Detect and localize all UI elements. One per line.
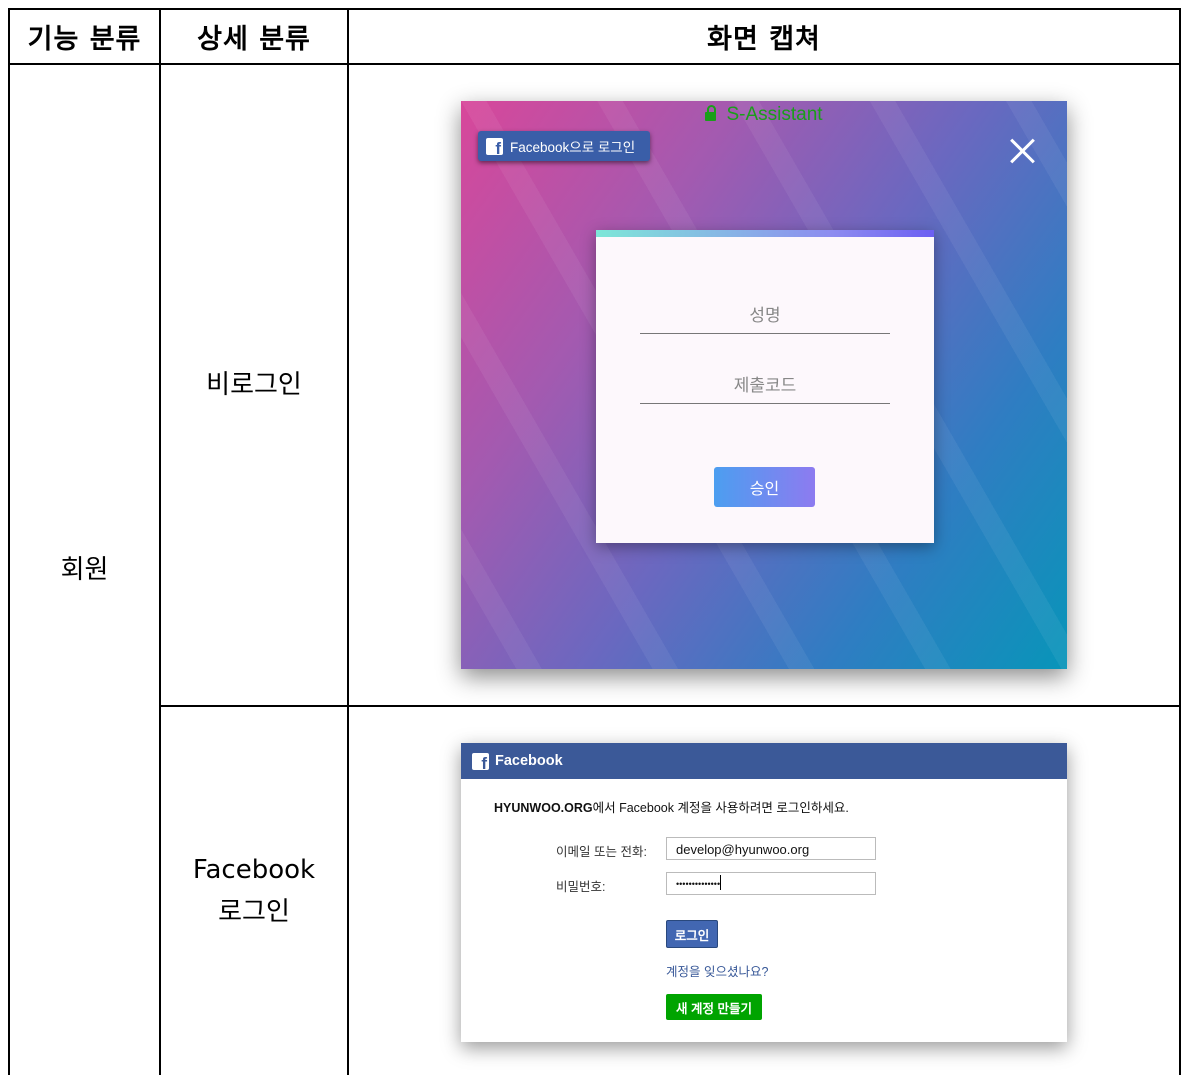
header-subcategory: 상세 분류: [197, 23, 311, 55]
facebook-header-title: Facebook: [495, 753, 563, 769]
header-screen-capture: 화면 캡쳐: [707, 23, 821, 55]
table-border-right: [1179, 8, 1181, 1075]
email-field[interactable]: develop@hyunwoo.org: [666, 837, 876, 860]
close-icon[interactable]: [1009, 137, 1037, 165]
facebook-icon: [472, 752, 489, 770]
login-card: 성명 제출코드 승인: [596, 230, 934, 543]
facebook-login-message: HYUNWOO.ORG에서 Facebook 계정을 사용하려면 로그인하세요.: [494, 797, 849, 816]
card-accent-bar: [596, 230, 934, 237]
approve-button[interactable]: 승인: [714, 467, 815, 507]
email-label: 이메일 또는 전화:: [556, 845, 647, 859]
password-value: ••••••••••••••: [676, 879, 721, 889]
subcategory-cell-guest: 비로그인: [161, 65, 347, 705]
create-account-button[interactable]: 새 계정 만들기: [666, 994, 762, 1020]
password-field[interactable]: ••••••••••••••: [666, 872, 876, 895]
password-label: 비밀번호:: [556, 880, 606, 894]
facebook-header: Facebook: [461, 743, 1067, 779]
message-text: 에서 Facebook 계정을 사용하려면 로그인하세요.: [592, 801, 849, 815]
site-name: HYUNWOO.ORG: [494, 801, 593, 815]
subcategory-label-line1: Facebook: [192, 855, 316, 885]
screenshot-facebook-login: Facebook HYUNWOO.ORG에서 Facebook 계정을 사용하려…: [461, 743, 1067, 1042]
facebook-icon: [486, 137, 503, 155]
facebook-submit-button[interactable]: 로그인: [666, 920, 718, 948]
brand-text: S-Assistant: [726, 104, 823, 125]
facebook-login-button[interactable]: Facebook으로 로그인: [478, 131, 650, 161]
subcategory-cell-facebook: Facebook 로그인: [161, 707, 347, 1075]
code-input[interactable]: 제출코드: [640, 371, 890, 404]
subcategory-label: 비로그인: [206, 370, 302, 400]
screenshot-guest-login: S-Assistant Facebook으로 로그인 성명 제출코드 승인: [461, 101, 1067, 669]
feature-category-cell: 회원: [60, 555, 109, 585]
lock-icon: [705, 105, 717, 121]
header-feature-category: 기능 분류: [27, 23, 142, 55]
text-caret: [720, 875, 722, 890]
brand-title: S-Assistant: [461, 104, 1067, 126]
forgot-account-link[interactable]: 계정을 잊으셨나요?: [666, 961, 768, 980]
name-input[interactable]: 성명: [640, 301, 890, 334]
subcategory-label-line2: 로그인: [218, 897, 290, 927]
facebook-login-label: Facebook으로 로그인: [510, 140, 636, 155]
table-border-col2: [347, 8, 349, 1075]
email-value: develop@hyunwoo.org: [676, 842, 810, 857]
